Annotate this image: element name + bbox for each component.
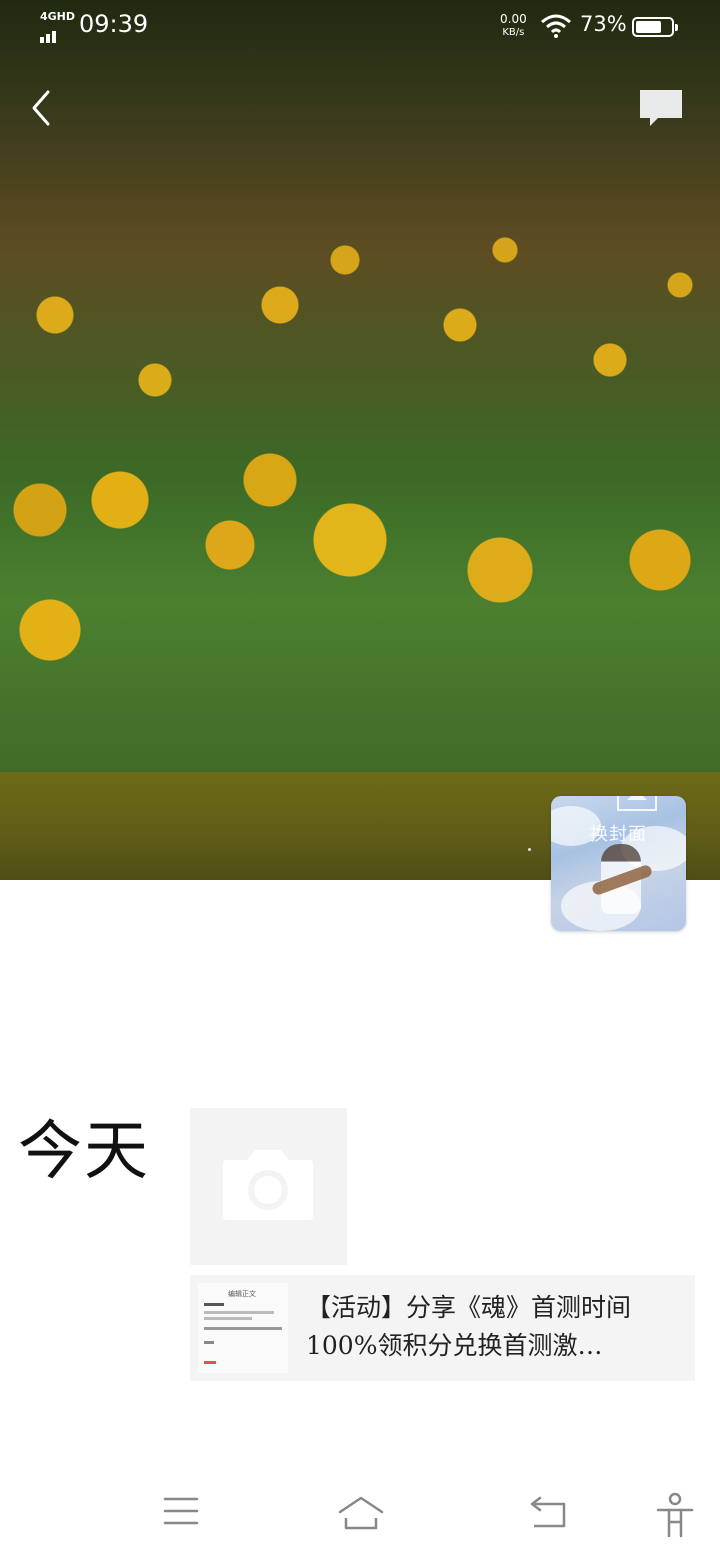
network-speed-value: 0.00 — [500, 12, 527, 26]
add-photo-button[interactable] — [190, 1108, 347, 1265]
camera-icon — [223, 1150, 313, 1220]
network-speed-unit: KB/s — [502, 27, 525, 38]
chevron-left-icon[interactable] — [22, 84, 64, 132]
status-bar: 4GHD 09:39 0.00 KB/s 73% — [0, 0, 720, 52]
share-card[interactable]: 编辑正文 【活动】分享《魂》首测时间 100%领积分兑换首测激… — [190, 1275, 695, 1381]
change-cover-button[interactable]: 换封面 — [551, 796, 686, 931]
network-speed: 0.00 KB/s — [500, 12, 527, 40]
change-cover-label: 换封面 — [590, 824, 647, 845]
share-thumbnail-title: 编辑正文 — [228, 1290, 256, 1298]
battery-icon — [632, 17, 678, 37]
clock: 09:39 — [79, 10, 149, 38]
upload-icon — [617, 796, 657, 811]
cover-area — [0, 0, 720, 880]
battery-percent: 73% — [580, 12, 627, 36]
signal-icon — [40, 24, 58, 43]
system-nav-bar — [0, 1470, 720, 1560]
battery-fill — [636, 21, 661, 33]
share-thumbnail: 编辑正文 — [198, 1283, 288, 1373]
day-label: 今天 — [18, 1115, 150, 1189]
chat-bubble-icon[interactable] — [636, 86, 686, 130]
menu-icon[interactable] — [162, 1494, 200, 1528]
wifi-icon — [541, 14, 571, 38]
home-icon[interactable] — [336, 1494, 386, 1532]
network-type: 4GHD — [40, 10, 76, 23]
share-card-text: 【活动】分享《魂》首测时间 100%领积分兑换首测激… — [306, 1293, 632, 1360]
accessibility-icon[interactable] — [654, 1492, 696, 1540]
cover-indicator-dot — [528, 848, 531, 851]
return-icon[interactable] — [528, 1494, 570, 1530]
cover-photo — [0, 0, 720, 772]
